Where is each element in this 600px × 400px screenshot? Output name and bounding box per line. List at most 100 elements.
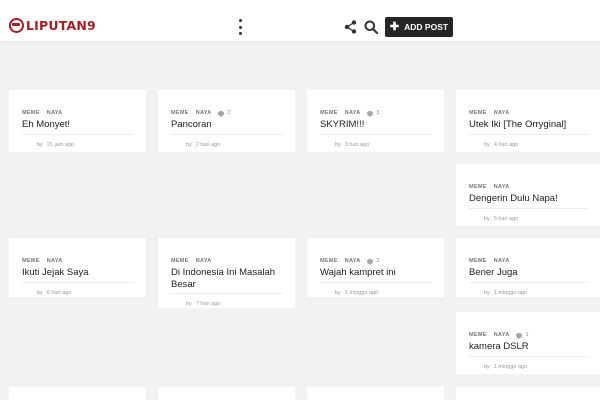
tag-meme[interactable]: MEME bbox=[469, 258, 487, 264]
tag-naya[interactable]: NAYA bbox=[47, 258, 63, 264]
post-time: 1 minggu ago bbox=[493, 363, 528, 370]
card-tags: MEME NAYA 2 bbox=[320, 257, 432, 265]
share-icon[interactable] bbox=[344, 20, 357, 34]
tag-naya[interactable]: NAYA bbox=[494, 110, 510, 116]
author-label: by bbox=[37, 141, 43, 148]
kebab-menu-icon[interactable] bbox=[234, 19, 246, 35]
comment-count-value: 1 bbox=[525, 332, 529, 338]
card-tags: MEME NAYA 1 bbox=[469, 331, 588, 339]
author-label: by bbox=[484, 215, 490, 222]
tag-meme[interactable]: MEME bbox=[320, 110, 338, 116]
comment-icon bbox=[218, 110, 225, 117]
add-post-label: ADD POST bbox=[404, 22, 449, 32]
search-icon[interactable] bbox=[364, 20, 378, 34]
post-time: 5 hari ago bbox=[493, 215, 519, 222]
post-card[interactable]: MEME NAYA Bener Juga by 1 minggu ago bbox=[456, 238, 600, 297]
tag-naya[interactable]: NAYA bbox=[494, 184, 510, 190]
post-meta: by 1 minggu ago bbox=[469, 290, 588, 296]
author-label: by bbox=[484, 141, 490, 148]
post-card[interactable]: MEME NAYA Eh Monyet! by 21 jam ago bbox=[9, 90, 146, 152]
post-meta: by 21 jam ago bbox=[22, 142, 134, 148]
comment-icon bbox=[367, 258, 374, 265]
post-meta: by 2 hari ago bbox=[171, 142, 283, 148]
top-navbar: LIPUTAN9 ✚ ADD POST bbox=[0, 0, 600, 42]
tag-meme[interactable]: MEME bbox=[22, 258, 40, 264]
tag-meme[interactable]: MEME bbox=[469, 332, 487, 338]
post-card-partial[interactable] bbox=[456, 387, 600, 400]
post-meta: by 1 minggu ago bbox=[469, 364, 588, 370]
post-card[interactable]: MEME NAYA Ikuti Jejak Saya by 6 hari ago bbox=[9, 238, 146, 297]
card-tags: MEME NAYA bbox=[469, 109, 588, 117]
post-title[interactable]: Pancoran bbox=[171, 119, 283, 135]
post-card-partial[interactable] bbox=[158, 387, 295, 400]
tag-naya[interactable]: NAYA bbox=[196, 110, 212, 116]
post-card[interactable]: MEME NAYA 3 SKYRIM!!! by 3 hari ago bbox=[307, 90, 444, 152]
post-title[interactable]: Dengerin Dulu Napa! bbox=[469, 193, 588, 209]
post-time: 4 hari ago bbox=[493, 141, 519, 148]
tag-naya[interactable]: NAYA bbox=[345, 110, 361, 116]
author-label: by bbox=[484, 289, 490, 296]
logo-icon bbox=[9, 18, 24, 33]
post-title[interactable]: kamera DSLR bbox=[469, 341, 588, 357]
tag-naya[interactable]: NAYA bbox=[196, 258, 212, 264]
tag-naya[interactable]: NAYA bbox=[494, 332, 510, 338]
comment-count[interactable]: 1 bbox=[516, 332, 529, 339]
comment-count-value: 3 bbox=[376, 110, 380, 116]
post-card[interactable]: MEME NAYA 1 kamera DSLR by 1 minggu ago bbox=[456, 312, 600, 374]
post-title[interactable]: Ikuti Jejak Saya bbox=[22, 267, 134, 283]
post-card[interactable]: MEME NAYA 2 Pancoran by 2 hari ago bbox=[158, 90, 295, 152]
post-meta: by 5 hari ago bbox=[469, 216, 588, 222]
author-label: by bbox=[484, 363, 490, 370]
comment-count[interactable]: 2 bbox=[367, 258, 380, 265]
card-tags: MEME NAYA 2 bbox=[171, 109, 283, 117]
tag-naya[interactable]: NAYA bbox=[494, 258, 510, 264]
author-label: by bbox=[335, 141, 341, 148]
tag-naya[interactable]: NAYA bbox=[47, 110, 63, 116]
card-tags: MEME NAYA bbox=[22, 109, 134, 117]
card-tags: MEME NAYA bbox=[469, 257, 588, 265]
post-card[interactable]: MEME NAYA 2 Wajah kampret ini by 1 minggu… bbox=[307, 238, 444, 297]
post-card[interactable]: MEME NAYA Di Indonesia Ini Masalah Besar… bbox=[158, 238, 295, 308]
card-tags: MEME NAYA bbox=[22, 257, 134, 265]
post-title[interactable]: Utek Iki [The Orryginal] bbox=[469, 119, 588, 135]
post-time: 1 minggu ago bbox=[493, 289, 528, 296]
post-card-partial[interactable] bbox=[9, 387, 146, 400]
card-tags: MEME NAYA 3 bbox=[320, 109, 432, 117]
tag-meme[interactable]: MEME bbox=[469, 110, 487, 116]
post-time: 21 jam ago bbox=[46, 141, 75, 148]
post-card[interactable]: MEME NAYA Dengerin Dulu Napa! by 5 hari a… bbox=[456, 164, 600, 226]
post-title[interactable]: Bener Juga bbox=[469, 267, 588, 283]
post-title[interactable]: Di Indonesia Ini Masalah Besar bbox=[171, 267, 283, 294]
tag-meme[interactable]: MEME bbox=[171, 110, 189, 116]
post-meta: by 6 hari ago bbox=[22, 290, 134, 296]
post-time: 2 hari ago bbox=[195, 141, 221, 148]
comment-count[interactable]: 2 bbox=[218, 110, 231, 117]
post-meta: by 7 hari ago bbox=[171, 301, 283, 307]
site-logo[interactable]: LIPUTAN9 bbox=[9, 18, 96, 33]
tag-naya[interactable]: NAYA bbox=[345, 258, 361, 264]
post-card[interactable]: MEME NAYA Utek Iki [The Orryginal] by 4 h… bbox=[456, 90, 600, 152]
post-title[interactable]: SKYRIM!!! bbox=[320, 119, 432, 135]
post-time: 6 hari ago bbox=[46, 289, 72, 296]
author-label: by bbox=[186, 301, 192, 307]
logo-text: LIPUTAN9 bbox=[26, 18, 96, 33]
plus-icon: ✚ bbox=[389, 21, 400, 33]
post-title[interactable]: Wajah kampret ini bbox=[320, 267, 432, 283]
post-card-partial[interactable] bbox=[307, 387, 444, 400]
author-label: by bbox=[186, 141, 192, 148]
card-tags: MEME NAYA bbox=[171, 257, 283, 265]
post-time: 7 hari ago bbox=[195, 301, 221, 307]
author-label: by bbox=[37, 289, 43, 296]
card-tags: MEME NAYA bbox=[469, 183, 588, 191]
tag-meme[interactable]: MEME bbox=[22, 110, 40, 116]
tag-meme[interactable]: MEME bbox=[469, 184, 487, 190]
post-meta: by 3 hari ago bbox=[320, 142, 432, 148]
tag-meme[interactable]: MEME bbox=[171, 258, 189, 264]
comment-icon bbox=[367, 110, 374, 117]
post-time: 3 hari ago bbox=[344, 141, 370, 148]
add-post-button[interactable]: ✚ ADD POST bbox=[385, 17, 453, 37]
post-title[interactable]: Eh Monyet! bbox=[22, 119, 134, 135]
tag-meme[interactable]: MEME bbox=[320, 258, 338, 264]
comment-count[interactable]: 3 bbox=[367, 110, 380, 117]
post-meta: by 4 hari ago bbox=[469, 142, 588, 148]
